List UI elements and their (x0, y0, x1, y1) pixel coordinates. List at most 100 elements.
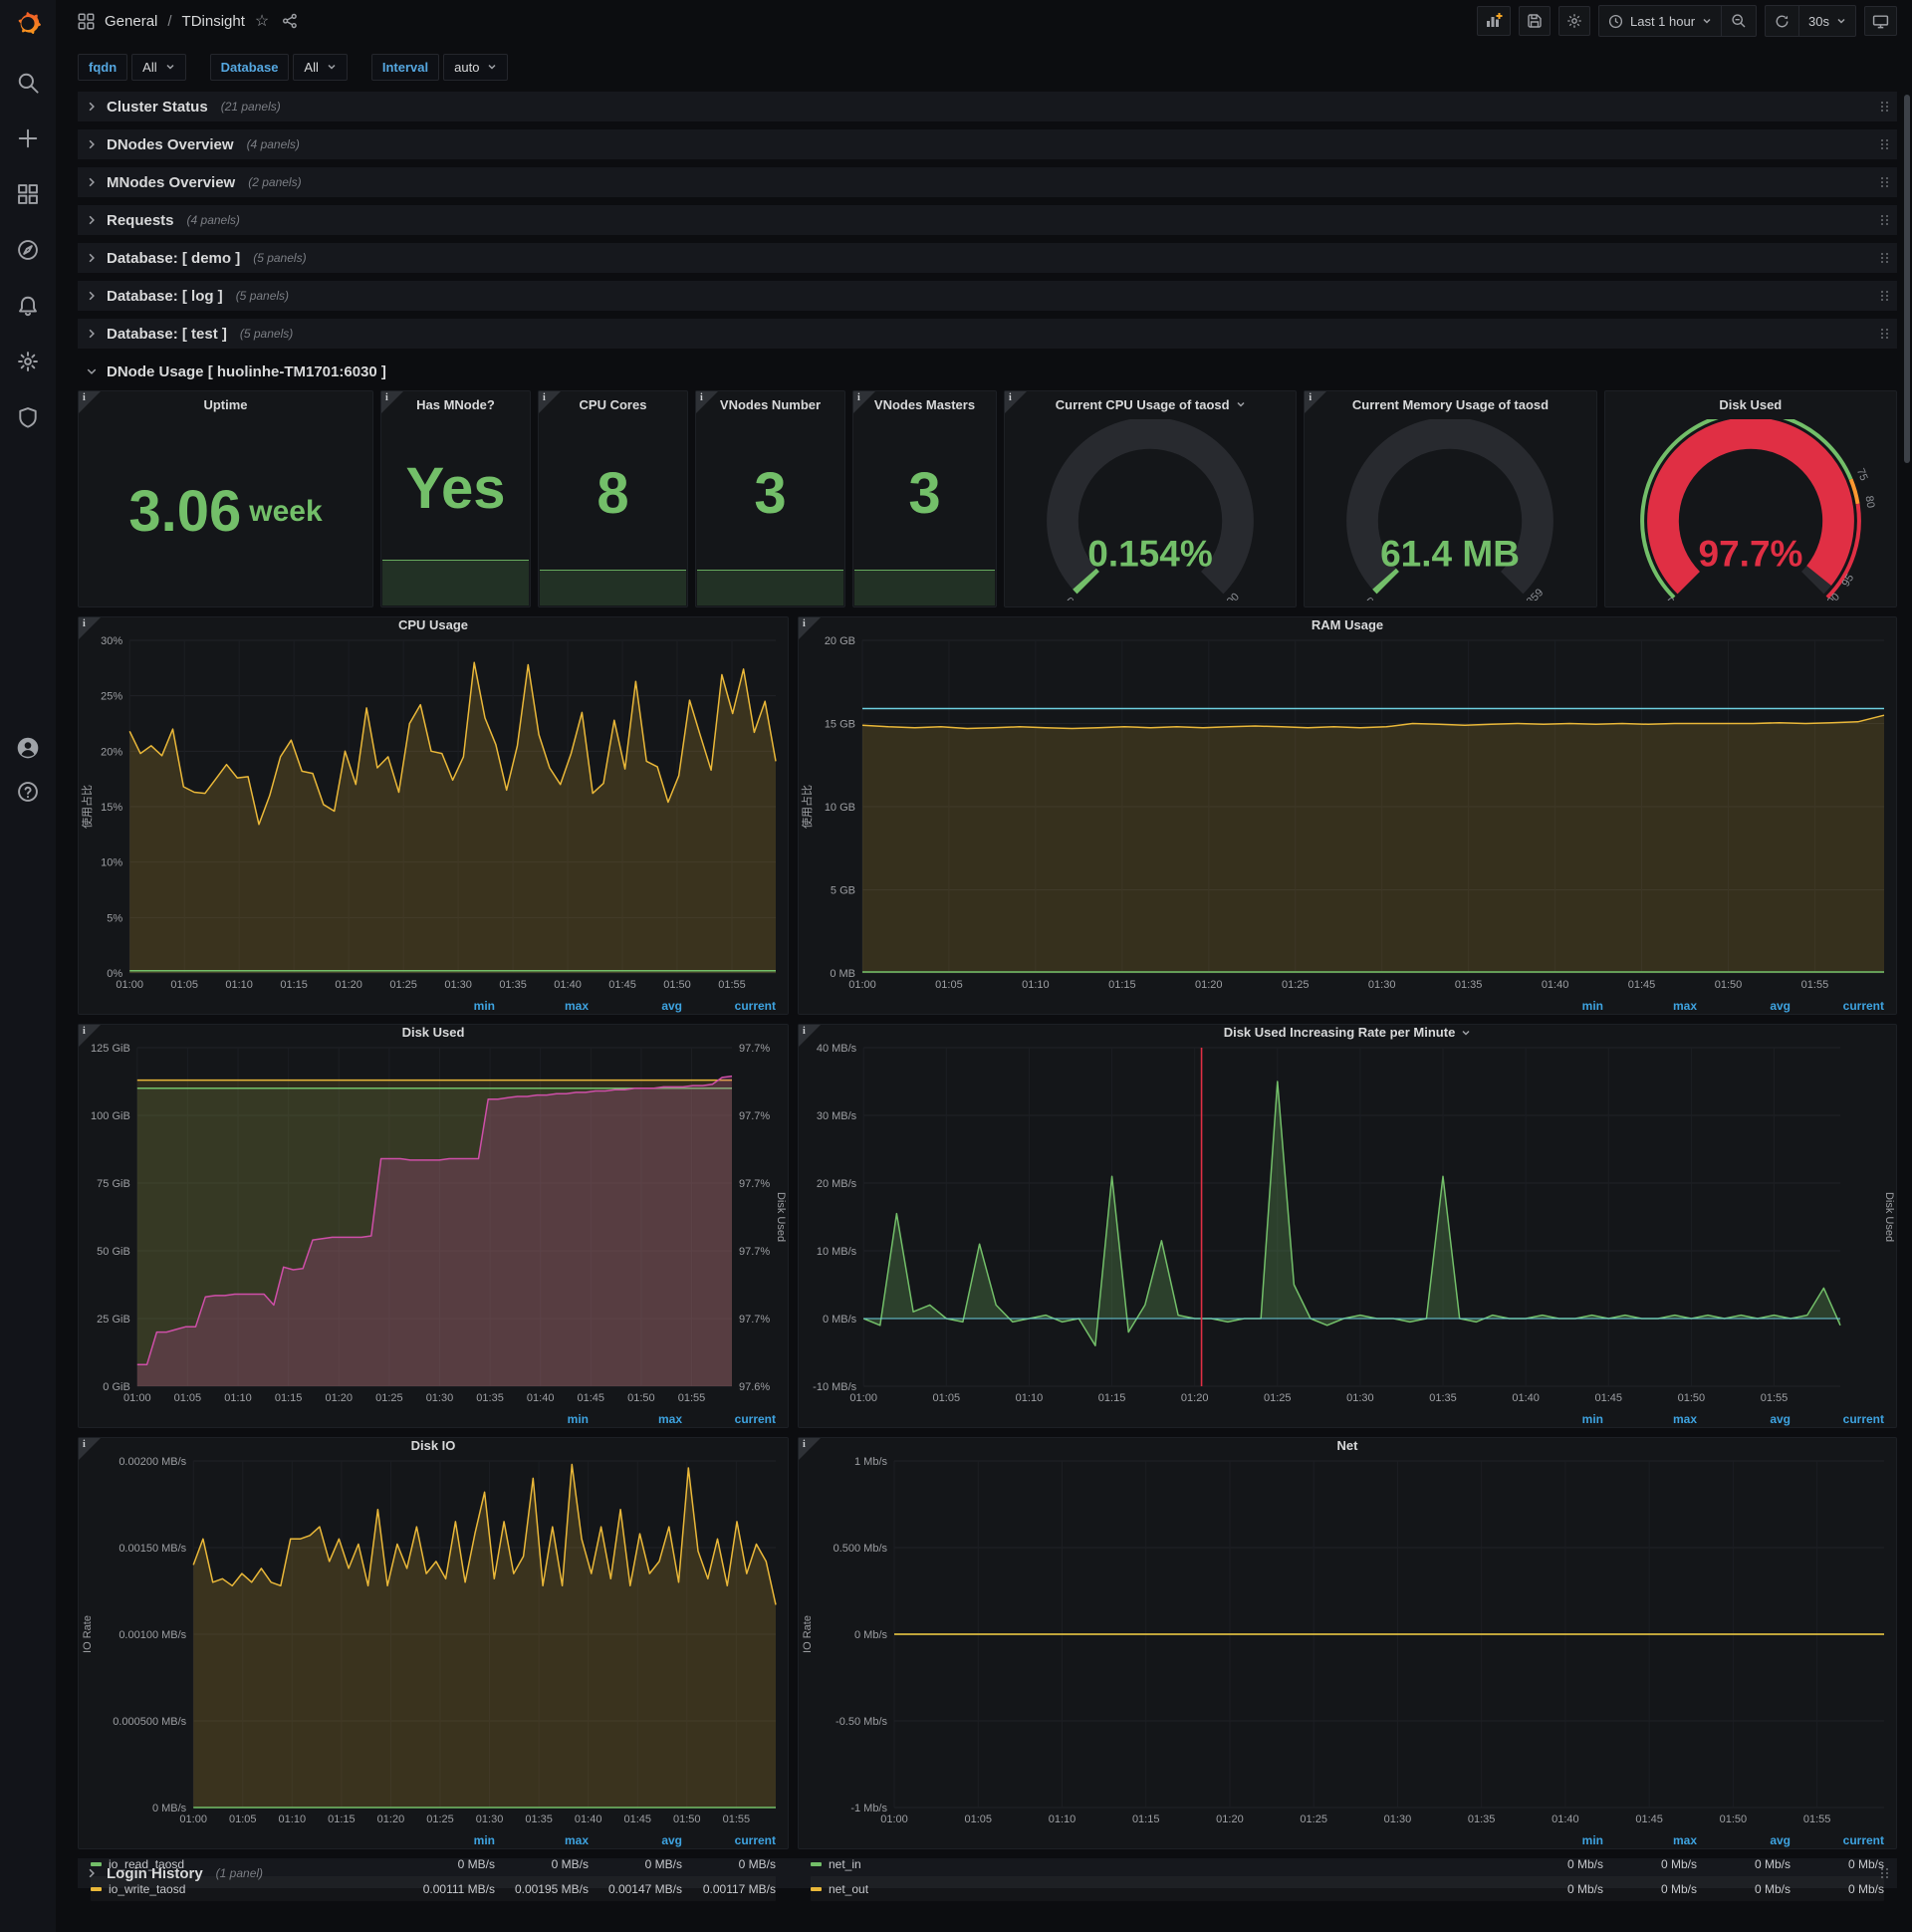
legend-header-min[interactable]: min (401, 1833, 495, 1847)
net-chart[interactable]: -1 Mb/s -0.50 Mb/s 0 Mb/s 0.500 Mb/s 1 Mb/s 0… (799, 1453, 1896, 1827)
breadcrumb-dashboard[interactable]: TDinsight (182, 13, 245, 30)
panel-title[interactable]: Disk IO (79, 1438, 788, 1453)
info-corner-icon[interactable]: i (79, 1025, 101, 1047)
dashboard-grid-icon[interactable] (78, 13, 95, 30)
share-icon[interactable] (282, 13, 299, 30)
legend-header-avg[interactable]: avg (1697, 999, 1791, 1013)
page-scrollbar[interactable] (1904, 95, 1910, 463)
legend-header-min[interactable]: min (1510, 1833, 1603, 1847)
dashboard-settings-button[interactable] (1557, 6, 1590, 36)
panel-title[interactable]: Disk Used Increasing Rate per Minute (799, 1025, 1896, 1040)
legend-series-net_in[interactable]: net_in (811, 1857, 1510, 1871)
legend-header-max[interactable]: max (495, 999, 589, 1013)
panel-title[interactable]: Net (799, 1438, 1896, 1453)
cycle-view-button[interactable] (1864, 6, 1897, 36)
time-range-picker[interactable]: Last 1 hour (1599, 6, 1721, 36)
panel-title[interactable]: Current Memory Usage of taosd (1305, 391, 1595, 417)
row-cluster-status[interactable]: Cluster Status (21 panels) (78, 92, 1897, 121)
panel-title[interactable]: Uptime (79, 391, 372, 417)
row-drag-handle-icon[interactable] (1881, 290, 1889, 302)
legend-header-max[interactable]: max (589, 1412, 682, 1426)
row-database-log[interactable]: Database: [ log ] (5 panels) (78, 281, 1897, 311)
row-drag-handle-icon[interactable] (1881, 101, 1889, 113)
row-database-test[interactable]: Database: [ test ] (5 panels) (78, 319, 1897, 349)
row-drag-handle-icon[interactable] (1881, 138, 1889, 150)
info-corner-icon[interactable]: i (799, 617, 821, 639)
row-drag-handle-icon[interactable] (1881, 176, 1889, 188)
legend-header-current[interactable]: current (682, 1833, 776, 1847)
cpu-usage-chart[interactable]: 0% 5% 10% 15% 20% 25% 30% 01:00 01:05 01:10 01:15 0… (79, 632, 788, 993)
row-dnode-usage[interactable]: DNode Usage [ huolinhe-TM1701:6030 ] (78, 357, 1897, 386)
legend-header-max[interactable]: max (495, 1833, 589, 1847)
panel-title[interactable]: VNodes Number (696, 391, 844, 417)
legend-header-min[interactable]: min (495, 1412, 589, 1426)
legend-header-current[interactable]: current (682, 999, 776, 1013)
row-database-demo[interactable]: Database: [ demo ] (5 panels) (78, 243, 1897, 273)
sidebar-item-dashboards[interactable] (17, 183, 39, 205)
panel-title[interactable]: CPU Cores (539, 391, 687, 417)
sidebar-item-alerting[interactable] (17, 295, 39, 317)
sidebar-item-help[interactable] (17, 781, 39, 803)
sidebar-item-search[interactable] (17, 72, 39, 94)
legend-header-min[interactable]: min (1510, 1412, 1603, 1426)
disk-used-chart[interactable]: 0 GiB 97.6% 25 GiB 97.7% 50 GiB 97.7% 75 GiB 97… (79, 1040, 788, 1406)
add-panel-button[interactable] (1476, 6, 1511, 36)
row-drag-handle-icon[interactable] (1881, 214, 1889, 226)
legend-series-io_read_taosd[interactable]: io_read_taosd (91, 1857, 401, 1871)
info-corner-icon[interactable]: i (799, 1025, 821, 1047)
panel-title[interactable]: Disk Used (1605, 391, 1896, 417)
row-drag-handle-icon[interactable] (1881, 252, 1889, 264)
row-mnodes-overview[interactable]: MNodes Overview (2 panels) (78, 167, 1897, 197)
legend-header-avg[interactable]: avg (589, 999, 682, 1013)
save-dashboard-button[interactable] (1518, 6, 1551, 36)
info-corner-icon[interactable]: i (381, 391, 403, 413)
legend-header-current[interactable]: current (1791, 1833, 1884, 1847)
legend-header-avg[interactable]: avg (1697, 1833, 1791, 1847)
row-drag-handle-icon[interactable] (1881, 328, 1889, 340)
legend-header-min[interactable]: min (401, 999, 495, 1013)
refresh-interval-picker[interactable]: 30s (1799, 6, 1855, 36)
info-corner-icon[interactable]: i (696, 391, 718, 413)
legend-header-avg[interactable]: avg (589, 1833, 682, 1847)
legend-header-max[interactable]: max (1603, 999, 1697, 1013)
panel-title[interactable]: Has MNode? (381, 391, 530, 417)
panel-title[interactable]: Disk Used (79, 1025, 788, 1040)
info-corner-icon[interactable]: i (1305, 391, 1327, 413)
star-icon[interactable]: ☆ (255, 13, 272, 30)
legend-header-max[interactable]: max (1603, 1412, 1697, 1426)
panel-title[interactable]: CPU Usage (79, 617, 788, 632)
disk-rate-chart[interactable]: -10 MB/s 0 MB/s 10 MB/s 20 MB/s 30 MB/s 40 MB… (799, 1040, 1896, 1406)
legend-header-avg[interactable]: avg (1697, 1412, 1791, 1426)
legend-header-current[interactable]: current (1791, 999, 1884, 1013)
row-dnodes-overview[interactable]: DNodes Overview (4 panels) (78, 129, 1897, 159)
info-corner-icon[interactable]: i (853, 391, 875, 413)
grafana-logo-icon[interactable] (8, 4, 48, 44)
legend-series-io_write_taosd[interactable]: io_write_taosd (91, 1882, 401, 1896)
info-corner-icon[interactable]: i (79, 1438, 101, 1460)
legend-header-current[interactable]: current (1791, 1412, 1884, 1426)
row-requests[interactable]: Requests (4 panels) (78, 205, 1897, 235)
info-corner-icon[interactable]: i (1005, 391, 1027, 413)
sidebar-item-server-admin[interactable] (17, 406, 39, 428)
disk-io-chart[interactable]: 0 MB/s 0.000500 MB/s 0.00100 MB/s 0.00150 M… (79, 1453, 788, 1827)
sidebar-item-profile[interactable] (17, 737, 39, 759)
sidebar-item-create[interactable] (17, 127, 39, 149)
zoom-out-button[interactable] (1722, 6, 1756, 36)
info-corner-icon[interactable]: i (799, 1438, 821, 1460)
variable-value-database[interactable]: All (293, 53, 348, 81)
panel-title[interactable]: RAM Usage (799, 617, 1896, 632)
ram-usage-chart[interactable]: 0 MB 5 GB 10 GB 15 GB 20 GB 01:00 01:05 01:10 01… (799, 632, 1896, 993)
info-corner-icon[interactable]: i (79, 391, 101, 413)
refresh-button[interactable] (1766, 6, 1798, 36)
variable-value-fqdn[interactable]: All (131, 53, 186, 81)
legend-header-current[interactable]: current (682, 1412, 776, 1426)
info-corner-icon[interactable]: i (539, 391, 561, 413)
variable-value-interval[interactable]: auto (443, 53, 509, 81)
legend-header-max[interactable]: max (1603, 1833, 1697, 1847)
sidebar-item-explore[interactable] (17, 239, 39, 261)
breadcrumb-folder[interactable]: General (105, 13, 157, 30)
panel-title[interactable]: Current CPU Usage of taosd (1005, 391, 1296, 417)
info-corner-icon[interactable]: i (79, 617, 101, 639)
legend-series-net_out[interactable]: net_out (811, 1882, 1510, 1896)
sidebar-item-configuration[interactable] (17, 351, 39, 372)
